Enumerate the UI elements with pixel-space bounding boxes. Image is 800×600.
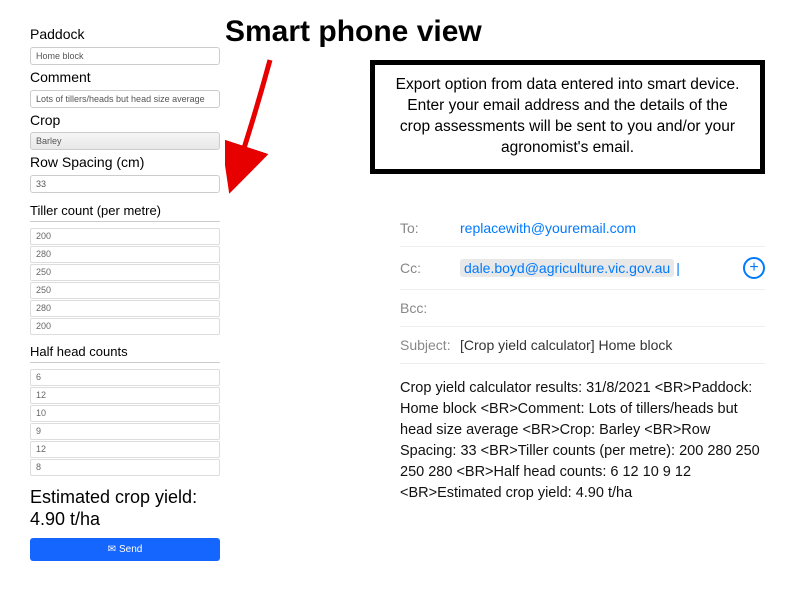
tiller-input[interactable] <box>30 228 220 245</box>
halfhead-section-label: Half head counts <box>30 344 220 363</box>
tiller-input[interactable] <box>30 300 220 317</box>
tiller-input[interactable] <box>30 282 220 299</box>
crop-select[interactable]: Barley <box>30 132 220 150</box>
crop-label: Crop <box>30 112 220 128</box>
row-spacing-label: Row Spacing (cm) <box>30 154 220 170</box>
page-title: Smart phone view <box>225 15 482 49</box>
cursor-icon: | <box>676 260 680 276</box>
to-label: To: <box>400 220 460 236</box>
paddock-input[interactable] <box>30 47 220 65</box>
cc-value: dale.boyd@agriculture.vic.gov.au <box>460 259 674 277</box>
halfhead-input[interactable] <box>30 405 220 422</box>
add-recipient-icon[interactable]: + <box>743 257 765 279</box>
email-bcc-row[interactable]: Bcc: <box>400 290 765 327</box>
form-panel: Paddock Comment Crop Barley Row Spacing … <box>30 22 220 561</box>
email-panel: To: replacewith@youremail.com Cc: dale.b… <box>400 210 765 504</box>
halfhead-input[interactable] <box>30 459 220 476</box>
halfhead-input[interactable] <box>30 423 220 440</box>
tiller-input[interactable] <box>30 318 220 335</box>
send-button[interactable]: ✉ Send <box>30 538 220 561</box>
halfhead-input[interactable] <box>30 387 220 404</box>
tiller-input[interactable] <box>30 246 220 263</box>
info-box: Export option from data entered into sma… <box>370 60 765 174</box>
email-subject-row[interactable]: Subject: [Crop yield calculator] Home bl… <box>400 327 765 364</box>
row-spacing-input[interactable] <box>30 175 220 193</box>
email-body[interactable]: Crop yield calculator results: 31/8/2021… <box>400 364 765 504</box>
bcc-label: Bcc: <box>400 300 460 316</box>
to-value: replacewith@youremail.com <box>460 220 636 236</box>
subject-value: [Crop yield calculator] Home block <box>460 337 672 353</box>
halfhead-input[interactable] <box>30 369 220 386</box>
halfhead-input[interactable] <box>30 441 220 458</box>
cc-label: Cc: <box>400 260 460 276</box>
send-icon: ✉ <box>108 544 116 555</box>
tiller-section-label: Tiller count (per metre) <box>30 203 220 222</box>
comment-input[interactable] <box>30 90 220 108</box>
email-cc-row[interactable]: Cc: dale.boyd@agriculture.vic.gov.au | + <box>400 247 765 290</box>
paddock-label: Paddock <box>30 26 220 42</box>
comment-label: Comment <box>30 69 220 85</box>
email-to-row[interactable]: To: replacewith@youremail.com <box>400 210 765 247</box>
arrow-icon <box>225 55 285 195</box>
subject-label: Subject: <box>400 337 460 353</box>
tiller-input[interactable] <box>30 264 220 281</box>
estimated-yield: Estimated crop yield: 4.90 t/ha <box>30 487 220 530</box>
